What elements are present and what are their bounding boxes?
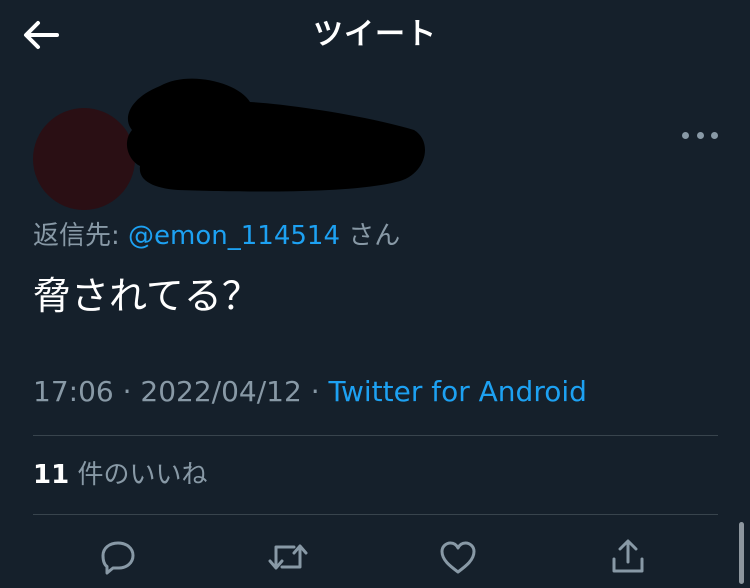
like-icon: [440, 541, 476, 574]
action-bar: [0, 534, 750, 584]
scrollbar[interactable]: [739, 522, 744, 584]
retweet-icon: [268, 544, 308, 570]
top-bar: ツイート: [0, 0, 750, 70]
tweet-text: 脅されてる？: [33, 274, 260, 318]
meta-separator: ·: [301, 375, 329, 408]
dot: [711, 131, 718, 139]
tweet-date: 2022/04/12: [140, 375, 302, 408]
share-icon: [612, 539, 644, 573]
more-options-button[interactable]: [682, 120, 718, 150]
tweet-meta: 17:06 · 2022/04/12 · Twitter for Android: [33, 372, 587, 412]
reply-suffix: さん: [340, 221, 401, 251]
reply-icon: [101, 541, 135, 575]
share-button[interactable]: [605, 534, 651, 580]
page-title: ツイート: [313, 17, 437, 52]
likes-label: 件のいいね: [69, 460, 208, 490]
divider: [33, 514, 718, 515]
dot: [696, 131, 704, 139]
tweet-time: 17:06: [33, 375, 114, 408]
like-button[interactable]: [435, 534, 481, 580]
likes-count: 11: [33, 460, 70, 490]
retweet-button[interactable]: [265, 534, 311, 580]
redaction-mark: [126, 78, 426, 192]
reply-button[interactable]: [95, 534, 141, 580]
likes-stat[interactable]: 11 件のいいね: [33, 456, 207, 494]
meta-separator: ·: [113, 375, 141, 408]
tweet-source-link[interactable]: Twitter for Android: [329, 375, 587, 408]
reply-prefix: 返信先:: [33, 221, 129, 251]
reply-context: 返信先: @emon_114514 さん: [33, 218, 400, 254]
divider: [33, 435, 718, 436]
dot: [682, 131, 689, 139]
reply-mention-link[interactable]: @emon_114514: [128, 221, 340, 251]
